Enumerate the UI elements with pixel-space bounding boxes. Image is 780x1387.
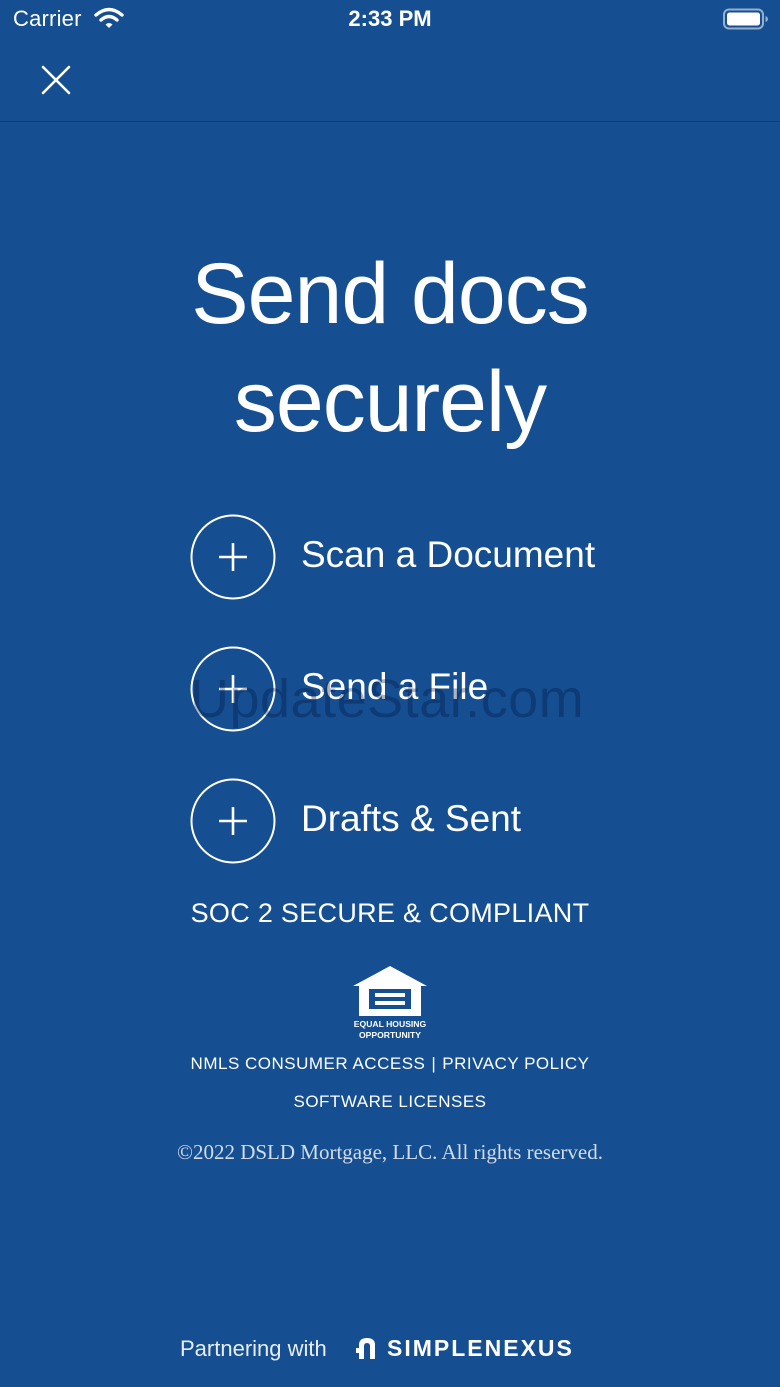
footer-links: NMLS CONSUMER ACCESS | PRIVACY POLICY: [0, 1054, 780, 1074]
housing-logo-line-2: OPPORTUNITY: [359, 1030, 421, 1040]
nav-bar: [0, 40, 780, 122]
status-bar: Carrier 2:33 PM: [0, 0, 780, 40]
battery-icon: [723, 8, 768, 30]
partner-prefix: Partnering with: [180, 1336, 327, 1361]
clock: 2:33 PM: [348, 6, 432, 31]
action-list: Scan a Document Send a File Drafts & Sen…: [190, 514, 630, 910]
plus-icon: [190, 514, 276, 600]
close-icon[interactable]: [34, 58, 78, 102]
nmls-consumer-access-link[interactable]: NMLS CONSUMER ACCESS: [191, 1054, 426, 1073]
housing-logo-line-1: EQUAL HOUSING: [354, 1019, 427, 1029]
privacy-policy-link[interactable]: PRIVACY POLICY: [442, 1054, 589, 1073]
plus-icon: [190, 778, 276, 864]
equal-housing-logo: EQUAL HOUSING OPPORTUNITY: [353, 966, 427, 1040]
send-file-button[interactable]: Send a File: [190, 646, 630, 734]
plus-icon: [190, 646, 276, 732]
page-title: Send docs securely: [0, 240, 780, 456]
scan-document-button[interactable]: Scan a Document: [190, 514, 630, 602]
send-file-label: Send a File: [301, 666, 489, 707]
partner-footer: Partnering with SIMPLENEXUS: [180, 1334, 600, 1368]
software-licenses-link[interactable]: SOFTWARE LICENSES: [293, 1092, 486, 1111]
page-title-line-1: Send docs: [191, 246, 589, 342]
partner-brand: SIMPLENEXUS: [387, 1335, 574, 1361]
copyright-text: ©2022 DSLD Mortgage, LLC. All rights res…: [177, 1140, 603, 1164]
link-separator: |: [431, 1054, 437, 1073]
page-title-line-2: securely: [233, 354, 547, 450]
scan-document-label: Scan a Document: [301, 534, 596, 575]
simplenexus-logo-icon: [356, 1338, 375, 1359]
drafts-sent-button[interactable]: Drafts & Sent: [190, 778, 630, 866]
soc-compliance-text: SOC 2 SECURE & COMPLIANT: [190, 898, 590, 928]
drafts-sent-label: Drafts & Sent: [301, 798, 522, 839]
